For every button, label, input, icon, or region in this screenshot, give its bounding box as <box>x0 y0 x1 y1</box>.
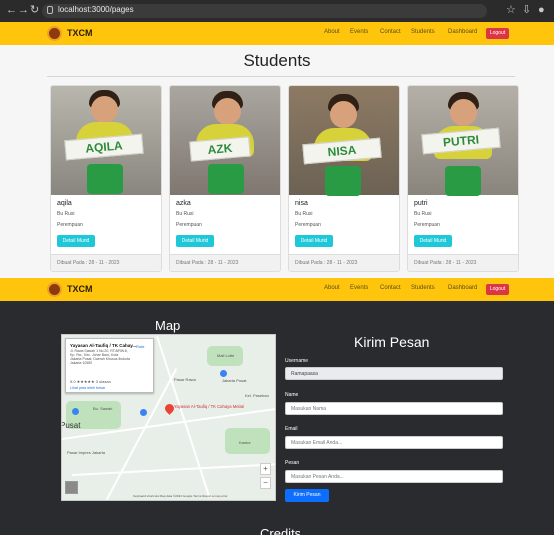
detail-student-button[interactable]: Detail Murid <box>176 235 214 247</box>
brand-logo-icon[interactable] <box>47 26 62 41</box>
student-teacher: Bu Rusi <box>176 211 194 217</box>
students-title: Students <box>243 51 311 70</box>
username-label: Username <box>285 358 309 364</box>
email-field[interactable]: Masukan Email Anda... <box>285 436 503 449</box>
map-footer: Keyboard shortcuts Map data ©2024 Google… <box>133 494 228 498</box>
student-card: AZK azka Bu Rusi Perempuan Detail Murid … <box>169 85 281 272</box>
username-field[interactable]: Ramapaasa <box>285 367 503 380</box>
street-view-icon[interactable] <box>65 481 78 494</box>
student-photo: NISA <box>289 86 399 196</box>
card-footer: Dibuat Pada : 28 - 11 - 2023 <box>289 254 399 271</box>
nav-link-dashboard[interactable]: Dashboard <box>448 285 477 291</box>
nav-link-students[interactable]: Students <box>411 29 435 35</box>
message-placeholder: Masukan Pesan Anda... <box>291 474 344 480</box>
student-name: nisa <box>295 200 308 207</box>
reload-icon[interactable]: ↻ <box>30 4 39 17</box>
profile-icon[interactable]: ● <box>538 4 545 17</box>
student-gender: Perempuan <box>295 222 321 228</box>
message-field[interactable]: Masukan Pesan Anda... <box>285 470 503 483</box>
top-navbar: TXCM About Events Contact Students Dashb… <box>0 22 554 45</box>
zoom-in-button[interactable]: + <box>260 463 271 475</box>
student-teacher: Bu Rusi <box>57 211 75 217</box>
nav-link-about[interactable]: About <box>324 29 340 35</box>
name-placeholder: Masukan Nama <box>291 406 327 412</box>
student-name: putri <box>414 200 428 207</box>
map-label: Jakarta Pusat <box>222 378 247 383</box>
created-date: Dibuat Pada : 28 - 11 - 2023 <box>176 260 239 266</box>
nav-link-events[interactable]: Events <box>350 285 368 291</box>
message-label: Pesan <box>285 460 300 466</box>
logout-button[interactable]: Logout <box>486 28 509 39</box>
sticky-navbar: TXCM About Events Contact Students Dashb… <box>0 278 554 301</box>
map-label: Pasar Rawa <box>174 377 196 382</box>
address-text: localhost:3000/pages <box>58 5 134 14</box>
student-card: PUTRI putri Bu Rusi Perempuan Detail Mur… <box>407 85 519 272</box>
created-date: Dibuat Pada : 28 - 11 - 2023 <box>295 260 358 266</box>
nav-link-about[interactable]: About <box>324 285 340 291</box>
student-gender: Perempuan <box>414 222 440 228</box>
back-icon[interactable]: ← <box>6 4 17 17</box>
map-label: Pasar Impres Jakarta <box>67 450 106 455</box>
place-info-card: Yayasan Al-Taufiq / TK Cahay... Jl. Rawa… <box>65 338 154 393</box>
embedded-map[interactable]: Yayasan Al-Taufiq / TK Cahay... Jl. Rawa… <box>61 334 276 501</box>
detail-student-button[interactable]: Detail Murid <box>414 235 452 247</box>
created-date: Dibuat Pada : 28 - 11 - 2023 <box>414 260 477 266</box>
place-name: Yayasan Al-Taufiq / TK Cahay... <box>70 343 137 348</box>
student-card: NISA nisa Bu Rusi Perempuan Detail Murid… <box>288 85 400 272</box>
student-photo: AZK <box>170 86 280 195</box>
student-photo: PUTRI <box>408 86 518 196</box>
name-label: Name <box>285 392 299 398</box>
address-bar[interactable]: localhost:3000/pages <box>42 4 487 18</box>
download-icon[interactable]: ⇩ <box>522 4 531 17</box>
created-date: Dibuat Pada : 28 - 11 - 2023 <box>57 260 120 266</box>
nav-link-contact[interactable]: Contact <box>380 29 401 35</box>
send-message-button[interactable]: Kirim Pesan <box>285 489 329 502</box>
student-portal-page: ← → ↻ localhost:3000/pages ☆ ⇩ ● TXCM Ab… <box>0 0 554 535</box>
brand-logo-icon[interactable] <box>47 282 62 297</box>
zoom-out-button[interactable]: − <box>260 477 271 489</box>
map-area-label: Pusat <box>61 421 81 430</box>
nav-link-contact[interactable]: Contact <box>380 285 401 291</box>
map-label: Mall Lotte <box>217 353 235 358</box>
detail-student-button[interactable]: Detail Murid <box>295 235 333 247</box>
map-label: Kel. Paseban <box>245 393 269 398</box>
student-name: azka <box>176 200 191 207</box>
name-field[interactable]: Masukan Nama <box>285 402 503 415</box>
logout-button[interactable]: Logout <box>486 284 509 295</box>
email-label: Email <box>285 426 298 432</box>
card-footer: Dibuat Pada : 28 - 11 - 2023 <box>170 254 280 271</box>
brand-name[interactable]: TXCM <box>67 284 93 294</box>
place-address: Jl. Rawa Sawah 1 No.20, RT.8/RW.8, Kp. R… <box>70 349 130 365</box>
section-divider <box>47 76 515 77</box>
card-footer: Dibuat Pada : 28 - 11 - 2023 <box>408 254 518 271</box>
site-info-icon[interactable] <box>47 6 53 14</box>
map-title: Map <box>155 318 181 333</box>
brand-name[interactable]: TXCM <box>67 28 93 38</box>
place-rating: 5.0 ★★★★★ 3 ulasan <box>70 379 111 384</box>
student-name: aqila <box>57 200 72 207</box>
browser-chrome: ← → ↻ localhost:3000/pages ☆ ⇩ ● <box>0 0 554 22</box>
map-label: Kantor <box>239 440 251 445</box>
map-label: Bu. Sawah <box>93 406 113 411</box>
directions-link[interactable]: Rute <box>136 344 144 349</box>
student-teacher: Bu Rusi <box>295 211 313 217</box>
star-icon[interactable]: ☆ <box>506 4 516 17</box>
username-value: Ramapaasa <box>291 371 318 377</box>
nav-link-events[interactable]: Events <box>350 29 368 35</box>
forward-icon[interactable]: → <box>18 4 29 17</box>
student-gender: Perempuan <box>57 222 83 228</box>
student-gender: Perempuan <box>176 222 202 228</box>
larger-map-link[interactable]: Lihat peta lebih besar <box>70 386 105 390</box>
nav-link-students[interactable]: Students <box>411 285 435 291</box>
detail-student-button[interactable]: Detail Murid <box>57 235 95 247</box>
pin-label: Yayasan Al-Taufiq / TK Cahaya Melati <box>174 404 244 409</box>
contact-form-title: Kirim Pesan <box>354 334 430 350</box>
email-placeholder: Masukan Email Anda... <box>291 440 343 446</box>
credits-heading: Credits <box>260 527 300 535</box>
student-photo: AQILA <box>51 86 161 195</box>
student-card: AQILA aqila Bu Rusi Perempuan Detail Mur… <box>50 85 162 272</box>
student-teacher: Bu Rusi <box>414 211 432 217</box>
card-footer: Dibuat Pada : 28 - 11 - 2023 <box>51 254 161 271</box>
nav-link-dashboard[interactable]: Dashboard <box>448 29 477 35</box>
